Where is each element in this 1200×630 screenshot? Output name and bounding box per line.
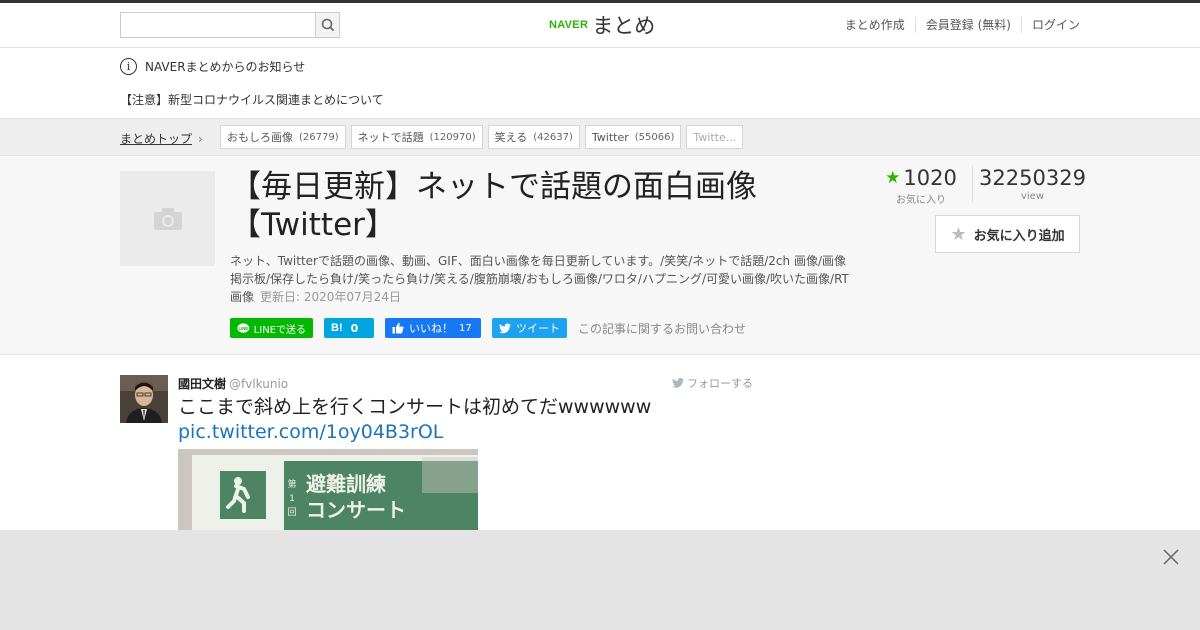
tag-twitter[interactable]: Twitter (55066) [584, 125, 682, 149]
tag-label: おもしろ画像 [227, 131, 293, 144]
evacuation-sign-image: 第 1 回 避難訓練 コンサート [178, 449, 478, 530]
top-nav: まとめ作成 会員登録 (無料) ログイン [845, 17, 1080, 33]
svg-text:LINE: LINE [239, 325, 249, 330]
hatena-count: 0 [350, 321, 359, 335]
tag-label: Twitte... [693, 130, 737, 144]
tag-count: (26779) [299, 131, 339, 143]
svg-text:1: 1 [289, 494, 295, 504]
tag-label: ネットで話題 [357, 131, 424, 144]
site-header: NAVER まとめ まとめ作成 会員登録 (無料) ログイン [0, 3, 1200, 48]
views-label: view [1020, 191, 1045, 202]
favorites-count: 1020 [903, 166, 957, 190]
follow-label: フォローする [687, 377, 753, 390]
twitter-bird-icon [499, 323, 511, 333]
line-share-button[interactable]: LINE LINEで送る [230, 318, 313, 338]
close-icon[interactable] [1162, 548, 1180, 566]
category-tags: おもしろ画像 (26779) ネットで話題 (120970) 笑える (42637) … [220, 125, 748, 149]
twitter-bird-icon [672, 378, 684, 388]
avatar[interactable] [120, 375, 168, 423]
facebook-like-count: 17 [459, 322, 472, 334]
site-logo[interactable]: NAVER まとめ [549, 11, 655, 39]
nav-create-matome[interactable]: まとめ作成 [845, 17, 915, 33]
sign-text-line1: 避難訓練 [306, 472, 386, 496]
svg-text:第: 第 [287, 478, 296, 490]
svg-text:回: 回 [287, 507, 296, 518]
avatar-image [120, 375, 168, 423]
article-updated-date: 更新日: 2020年07月24日 [260, 290, 401, 304]
article-description: ネット、Twitterで話題の画像、動画、GIF、面白い画像を毎日更新しています… [230, 252, 850, 306]
tag-count: (55066) [634, 131, 675, 143]
facebook-like-button[interactable]: いいね！ 17 [385, 318, 481, 338]
article-title-line1: 【毎日更新】ネットで話題の面白画像 [230, 169, 757, 205]
add-favorite-button[interactable]: ★ お気に入り追加 [935, 215, 1080, 253]
inquiry-link[interactable]: この記事に関するお問い合わせ [578, 320, 746, 337]
chevron-right-icon: › [198, 132, 203, 146]
article-header: 【毎日更新】ネットで話題の面白画像 【Twitter】 ネット、Twitterで… [0, 156, 1200, 355]
facebook-like-label: いいね！ [409, 322, 453, 335]
logo-matome: まとめ [592, 14, 656, 38]
favorites-stat: ★ 1020 お気に入り [885, 166, 957, 206]
tweet-author-handle: @fvlkunio [229, 377, 289, 391]
tweet-share-button[interactable]: ツイート [492, 318, 567, 338]
article-thumbnail [120, 171, 215, 266]
nav-register[interactable]: 会員登録 (無料) [914, 17, 1021, 33]
star-icon: ★ [885, 168, 901, 188]
add-favorite-label: お気に入り追加 [973, 228, 1065, 244]
follow-button[interactable]: フォローする [672, 375, 753, 391]
thumbs-up-icon [392, 322, 404, 334]
tweet-author-name: 國田文樹 [178, 377, 227, 391]
breadcrumb-bar: まとめトップ › おもしろ画像 (26779) ネットで話題 (120970) 笑える… [0, 118, 1200, 156]
hatena-bookmark-button[interactable]: B! 0 [324, 318, 374, 338]
sign-text-line2: コンサート [306, 498, 406, 522]
tag-count: (42637) [533, 131, 573, 143]
breadcrumb-top-link[interactable]: まとめトップ › [120, 130, 203, 147]
breadcrumb-top-label: まとめトップ [120, 132, 193, 146]
bottom-ad-overlay [0, 530, 1200, 630]
tag-label: 笑える [494, 131, 528, 144]
line-icon: LINE [237, 322, 250, 333]
tag-twitter-more[interactable]: Twitte... [686, 125, 744, 149]
camera-icon [153, 207, 182, 230]
line-share-label: LINEで送る [253, 324, 306, 336]
notice-title: NAVERまとめからのお知らせ [145, 60, 306, 74]
notice-header: i NAVERまとめからのお知らせ [120, 58, 305, 75]
search-button[interactable] [315, 13, 339, 37]
notice-item-link[interactable]: 【注意】新型コロナウイルス関連まとめについて [120, 91, 384, 108]
share-buttons: LINE LINEで送る B! 0 いいね！ 17 ツイート この記事に関するお問い… [230, 318, 746, 338]
star-outline-icon: ★ [950, 223, 967, 245]
views-stat: 32250329 view [972, 166, 1092, 202]
tag-count: (120970) [429, 131, 476, 143]
tweet-text: ここまで斜め上を行くコンサートは初めてだwwwwww [178, 396, 652, 418]
views-count: 32250329 [979, 166, 1086, 190]
info-icon: i [120, 58, 137, 75]
logo-naver: NAVER [549, 19, 589, 31]
tweet-author[interactable]: 國田文樹 @fvlkunio [178, 375, 288, 392]
tweet-image-link[interactable]: pic.twitter.com/1oy04B3rOL [178, 420, 443, 445]
tweet-image[interactable]: 第 1 回 避難訓練 コンサート [178, 449, 478, 530]
article-title: 【毎日更新】ネットで話題の面白画像 【Twitter】 [230, 168, 820, 244]
tag-waraeru[interactable]: 笑える (42637) [487, 125, 580, 149]
tweet-share-label: ツイート [516, 322, 560, 335]
search-box [120, 12, 340, 38]
search-icon [321, 18, 335, 32]
tag-omoshiro-gazou[interactable]: おもしろ画像 (26779) [220, 125, 346, 149]
tag-net-de-wadai[interactable]: ネットで話題 (120970) [350, 125, 483, 149]
hatena-icon: B! [331, 322, 343, 334]
tag-label: Twitter [591, 130, 629, 144]
search-input[interactable] [121, 13, 316, 37]
nav-login[interactable]: ログイン [1020, 17, 1080, 33]
favorites-label: お気に入り [896, 195, 946, 206]
article-title-line2: 【Twitter】 [230, 207, 396, 243]
